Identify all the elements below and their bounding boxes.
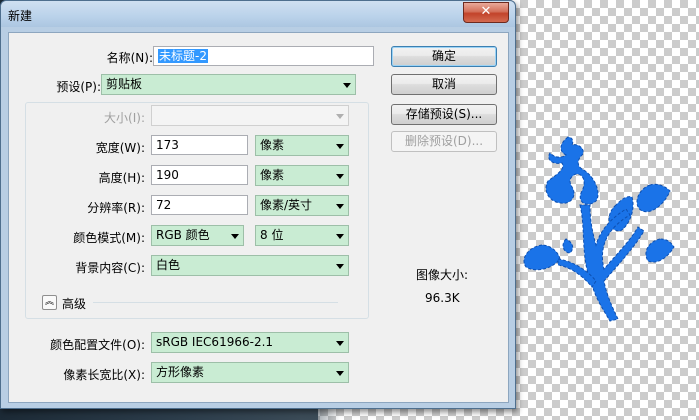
chevron-down-icon xyxy=(336,114,344,119)
name-value: 未标题-2 xyxy=(158,49,208,63)
dialog-body: 名称(N): 未标题-2 预设(P): 剪贴板 大小(I): 宽度(W): 17… xyxy=(8,32,509,403)
name-input[interactable]: 未标题-2 xyxy=(153,46,374,66)
pixel-aspect-label: 像素长宽比(X): xyxy=(63,368,145,382)
bit-depth-value: 8 位 xyxy=(260,228,284,242)
color-profile-dropdown[interactable]: sRGB IEC61966-2.1 xyxy=(151,332,349,353)
chevron-up-icon: ︽ xyxy=(44,297,54,307)
name-label: 名称(N): xyxy=(106,51,153,65)
width-unit-dropdown[interactable]: 像素 xyxy=(255,135,349,156)
width-input[interactable]: 173 xyxy=(151,135,248,155)
title-bar[interactable]: 新建 ✕ xyxy=(1,1,515,27)
color-mode-value: RGB 颜色 xyxy=(156,228,210,242)
delete-preset-button[interactable]: 删除预设(D)... xyxy=(391,131,497,152)
color-mode-label: 颜色模式(M): xyxy=(73,231,145,245)
width-value: 173 xyxy=(156,138,179,152)
advanced-label: 高级 xyxy=(62,297,87,311)
chevron-down-icon xyxy=(336,234,344,239)
blue-flower-artwork xyxy=(523,136,675,322)
width-unit: 像素 xyxy=(260,138,285,152)
image-size-value: 96.3K xyxy=(425,291,460,305)
preset-value: 剪贴板 xyxy=(106,77,143,91)
chevron-down-icon xyxy=(231,234,239,239)
resolution-value: 72 xyxy=(156,198,172,212)
height-label: 高度(H): xyxy=(98,171,145,185)
preset-dropdown[interactable]: 剪贴板 xyxy=(101,74,356,95)
width-label: 宽度(W): xyxy=(95,141,145,155)
chevron-down-icon xyxy=(336,264,344,269)
advanced-toggle[interactable]: ︽ xyxy=(42,295,57,310)
height-unit: 像素 xyxy=(260,168,285,182)
save-preset-button[interactable]: 存储预设(S)... xyxy=(391,104,497,125)
close-button[interactable]: ✕ xyxy=(463,2,509,23)
background-value: 白色 xyxy=(156,258,181,272)
chevron-down-icon xyxy=(343,83,351,88)
cancel-button[interactable]: 取消 xyxy=(391,74,497,95)
chevron-down-icon xyxy=(336,204,344,209)
height-value: 190 xyxy=(156,168,179,182)
background-dropdown[interactable]: 白色 xyxy=(151,255,349,276)
background-label: 背景内容(C): xyxy=(75,261,145,275)
color-profile-value: sRGB IEC61966-2.1 xyxy=(156,335,274,349)
chevron-down-icon xyxy=(336,174,344,179)
color-profile-label: 颜色配置文件(O): xyxy=(50,338,145,352)
chevron-down-icon xyxy=(336,144,344,149)
size-dropdown[interactable] xyxy=(151,105,349,126)
pixel-aspect-dropdown[interactable]: 方形像素 xyxy=(151,362,349,383)
preset-label: 预设(P): xyxy=(56,80,101,94)
size-label: 大小(I): xyxy=(104,111,145,125)
dialog-title: 新建 xyxy=(8,9,33,23)
resolution-unit: 像素/英寸 xyxy=(260,198,313,212)
bit-depth-dropdown[interactable]: 8 位 xyxy=(255,225,349,246)
new-document-dialog: 新建 ✕ 名称(N): 未标题-2 预设(P): 剪贴板 大小(I): 宽度(W… xyxy=(0,0,516,409)
resolution-input[interactable]: 72 xyxy=(151,195,248,215)
close-icon: ✕ xyxy=(480,4,492,19)
chevron-down-icon xyxy=(336,341,344,346)
ok-button[interactable]: 确定 xyxy=(391,46,497,67)
chevron-down-icon xyxy=(336,371,344,376)
height-input[interactable]: 190 xyxy=(151,165,248,185)
image-size-label: 图像大小: xyxy=(416,268,469,282)
color-mode-dropdown[interactable]: RGB 颜色 xyxy=(151,225,244,246)
height-unit-dropdown[interactable]: 像素 xyxy=(255,165,349,186)
pixel-aspect-value: 方形像素 xyxy=(156,365,205,379)
advanced-separator xyxy=(93,302,338,303)
resolution-label: 分辨率(R): xyxy=(87,201,145,215)
resolution-unit-dropdown[interactable]: 像素/英寸 xyxy=(255,195,349,216)
